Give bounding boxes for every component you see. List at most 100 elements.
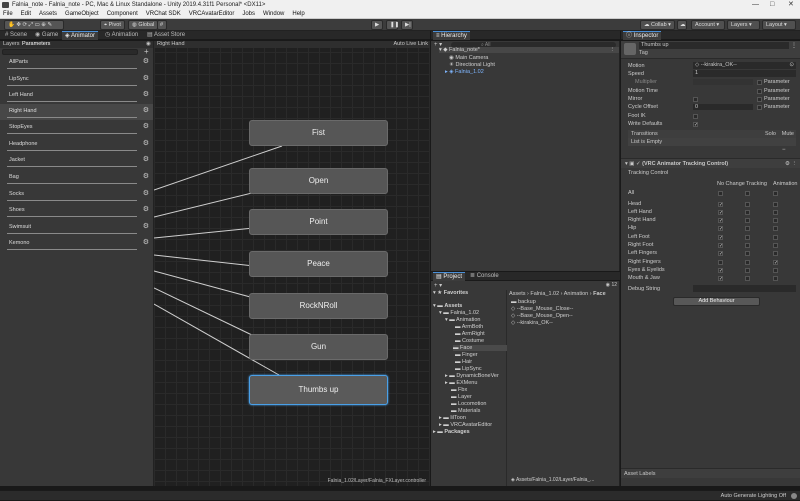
param-slider[interactable]: [7, 183, 137, 184]
param-slider[interactable]: [7, 249, 137, 250]
step-icon[interactable]: ▶|: [401, 20, 413, 30]
gear-icon[interactable]: ⚙: [143, 238, 149, 246]
row-nochange-checkbox[interactable]: ✓: [718, 226, 723, 232]
row-nochange-checkbox[interactable]: [718, 260, 723, 265]
param-row[interactable]: Headphone ⚙: [0, 137, 153, 153]
file-item[interactable]: ▬ backup: [511, 299, 536, 305]
add-behaviour-button[interactable]: Add Behaviour: [673, 297, 760, 306]
row-animation-checkbox[interactable]: [773, 235, 778, 240]
row-tracking-checkbox[interactable]: [745, 276, 750, 281]
row-animation-checkbox[interactable]: [773, 202, 778, 207]
debug-string-input[interactable]: [693, 285, 796, 292]
row-tracking-checkbox[interactable]: [745, 251, 750, 256]
param-row[interactable]: AllParts ⚙: [0, 55, 153, 71]
folder-item[interactable]: ▾ ▬ Falnia_1.02: [439, 310, 479, 316]
param-slider[interactable]: [7, 101, 137, 102]
tree-item-avatar[interactable]: ▸ ◈ Falnia_1.02: [445, 69, 484, 75]
tab-game[interactable]: ◉ Game: [32, 31, 61, 40]
row-animation-checkbox[interactable]: [773, 243, 778, 248]
param-slider[interactable]: [7, 85, 137, 86]
close-icon[interactable]: ✕: [788, 0, 794, 10]
folder-item[interactable]: ▬ Locomotion: [451, 401, 486, 407]
transition-line[interactable]: [154, 226, 265, 239]
play-icon[interactable]: ▶: [371, 20, 383, 30]
folder-item[interactable]: ▸ ▬ EXMenu: [445, 380, 477, 386]
layers-dropdown[interactable]: Layers ▾: [727, 20, 760, 30]
row-tracking-checkbox[interactable]: [745, 235, 750, 240]
asset-labels-bar[interactable]: Asset Labels: [621, 468, 800, 478]
gear-icon[interactable]: ⚙: [143, 106, 149, 114]
param-slider[interactable]: [7, 216, 137, 217]
transition-line[interactable]: [154, 270, 255, 299]
folder-item[interactable]: ▸ ▬ VRCAvatarEditor: [439, 422, 492, 428]
param-row[interactable]: Shoes ⚙: [0, 203, 153, 219]
menu-vrcavatareditor[interactable]: VRCAvatarEditor: [189, 10, 235, 18]
row-nochange-checkbox[interactable]: ✓: [718, 268, 723, 274]
state-node-gun[interactable]: Gun: [249, 334, 388, 360]
param-slider[interactable]: [7, 233, 137, 234]
param-slider[interactable]: [7, 166, 137, 167]
file-item[interactable]: ◇ --Base_Mouse_Close--: [511, 306, 573, 312]
menu-jobs[interactable]: Jobs: [242, 10, 255, 18]
gear-icon[interactable]: ⚙: [143, 172, 149, 180]
folder-item-selected[interactable]: ▬ Face: [453, 345, 507, 351]
row-tracking-checkbox[interactable]: [745, 202, 750, 207]
param-slider[interactable]: [7, 117, 137, 118]
tab-project[interactable]: ▤ Project: [433, 272, 466, 281]
tab-scene[interactable]: # Scene: [2, 31, 30, 40]
grid-icon[interactable]: #: [157, 20, 167, 30]
crumb[interactable]: Falnia_1.02: [530, 291, 559, 297]
row-nochange-checkbox[interactable]: ✓: [718, 202, 723, 208]
param-row[interactable]: Bag ⚙: [0, 170, 153, 186]
row-tracking-checkbox[interactable]: [745, 243, 750, 248]
row-animation-checkbox[interactable]: [773, 218, 778, 223]
file-item[interactable]: ◇ --Base_Mouse_Open--: [511, 313, 573, 319]
folder-item[interactable]: ▸ ▬ DynamicBoneVer: [445, 373, 499, 379]
row-nochange-checkbox[interactable]: ✓: [718, 218, 723, 224]
row-tracking-checkbox[interactable]: [745, 260, 750, 265]
pivot-toggle[interactable]: ⌖ Pivot: [100, 20, 125, 30]
collab-dropdown[interactable]: ☁ Collab ▾: [640, 20, 675, 30]
row-nochange-checkbox[interactable]: ✓: [718, 210, 723, 216]
folder-item[interactable]: ▸ ▬ lilToon: [439, 415, 466, 421]
account-dropdown[interactable]: Account ▾: [691, 20, 725, 30]
param-slider[interactable]: [7, 150, 137, 151]
crumb[interactable]: Assets: [509, 291, 526, 297]
global-toggle[interactable]: ◍ Global: [128, 20, 159, 30]
folder-item[interactable]: ▾ ▬ Animation: [445, 317, 480, 323]
menu-component[interactable]: Component: [107, 10, 138, 18]
transform-tools[interactable]: ✋ ✥ ⟳ ⤢ ▭ ⊕ ✎: [4, 20, 64, 30]
param-slider[interactable]: [7, 68, 137, 69]
row-animation-checkbox[interactable]: [773, 210, 778, 215]
folder-item[interactable]: ▬ Finger: [455, 352, 478, 358]
param-row[interactable]: StopEyes ⚙: [0, 120, 153, 136]
row-animation-checkbox[interactable]: [773, 226, 778, 231]
tab-inspector[interactable]: ⓘ Inspector: [623, 31, 662, 40]
row-animation-checkbox[interactable]: [773, 251, 778, 256]
row-nochange-checkbox[interactable]: ✓: [718, 251, 723, 257]
tree-item-scene[interactable]: ▾ ◆ Falnia_note* ⋮: [439, 47, 619, 53]
row-tracking-checkbox[interactable]: [745, 268, 750, 273]
folder-item[interactable]: ▬ ArmRight: [455, 331, 485, 337]
param-row[interactable]: Jacket ⚙: [0, 153, 153, 169]
menu-edit[interactable]: Edit: [21, 10, 31, 18]
cloud-icon[interactable]: ☁: [677, 20, 687, 30]
gear-icon[interactable]: ⚙: [143, 139, 149, 147]
tab-animation[interactable]: ◷ Animation: [102, 31, 141, 40]
folder-item[interactable]: ▬ Fbx: [451, 387, 467, 393]
gear-icon[interactable]: ⚙: [143, 122, 149, 130]
favorites-folder[interactable]: ▾ ★ Favorites: [433, 290, 468, 296]
gear-icon[interactable]: ⚙: [143, 74, 149, 82]
assets-folder[interactable]: ▾ ▬ Assets: [433, 303, 462, 309]
row-nochange-checkbox[interactable]: ✓: [718, 235, 723, 241]
gear-icon[interactable]: ⚙: [143, 222, 149, 230]
tree-item-camera[interactable]: ◉ Main Camera: [449, 55, 488, 61]
row-animation-checkbox[interactable]: [773, 276, 778, 281]
menu-assets[interactable]: Assets: [39, 10, 57, 18]
param-row[interactable]: LipSync ⚙: [0, 72, 153, 88]
tab-hierarchy[interactable]: ≡ Hierarchy: [433, 31, 470, 40]
folder-item[interactable]: ▬ Layer: [451, 394, 472, 400]
layout-dropdown[interactable]: Layout ▾: [762, 20, 796, 30]
crumb[interactable]: Animation: [564, 291, 588, 297]
param-row[interactable]: Left Hand ⚙: [0, 88, 153, 104]
